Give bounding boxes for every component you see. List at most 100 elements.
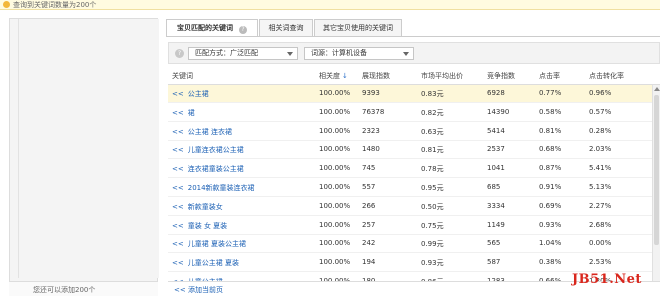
column-header[interactable]: 点击率 [539,71,560,81]
cell-ctr: 0.58% [539,107,562,116]
cell-relevance: 100.00% [319,239,351,248]
source-select[interactable]: 词源：计算机设备 [304,47,414,60]
cell-impressions: 745 [362,164,376,173]
cell-impressions: 2323 [362,126,380,135]
scroll-up-arrow-icon[interactable] [654,87,660,91]
cell-relevance: 100.00% [319,107,351,116]
help-icon[interactable]: ? [239,26,247,34]
left-panel-footer: 您还可以添加200个 [9,281,158,296]
cell-ctr: 0.93% [539,220,562,229]
keyword-text[interactable]: 公主裙 [188,90,209,98]
column-header[interactable]: 市场平均出价 [421,71,463,81]
cell-relevance: 100.00% [319,201,351,210]
scrollbar-thumb[interactable] [654,95,659,245]
cell-competition: 565 [487,239,501,248]
cell-competition: 14390 [487,107,510,116]
add-keyword-arrow[interactable]: << [172,203,184,211]
keyword-text[interactable]: 公主裙 连衣裙 [188,128,232,136]
keyword-link[interactable]: << 儿童公主裙 夏装 [172,258,239,268]
keyword-link[interactable]: << 连衣裙童装公主裙 [172,164,244,174]
cell-avg-bid: 0.63元 [421,127,444,136]
filter-bar: ? 匹配方式：广泛匹配 词源：计算机设备 [168,42,660,64]
cell-competition: 685 [487,183,501,191]
keyword-link[interactable]: << 童装 女 夏装 [172,221,227,231]
cell-ctr: 0.87% [539,164,562,173]
cell-competition: 2537 [487,145,505,154]
keyword-link[interactable]: << 公主裙 [172,89,209,99]
keyword-link[interactable]: << 儿童连衣裙公主裙 [172,145,244,155]
keyword-text[interactable]: 儿童裙 夏装公主裙 [188,240,246,248]
chevron-down-icon [403,52,409,56]
keyword-link[interactable]: << 新款童装女 [172,202,223,212]
keyword-link[interactable]: << 裙 [172,108,195,118]
match-type-select[interactable]: 匹配方式：广泛匹配 [188,47,298,60]
add-keyword-arrow[interactable]: << [172,165,184,173]
keyword-text[interactable]: 新款童装女 [188,203,223,211]
table-row[interactable]: << 新款童装女 100.00% 266 0.50元 3334 0.69% 2.27% [168,197,652,216]
table-row[interactable]: << 连衣裙童装公主裙 100.00% 745 0.78元 1041 0.87% 5.41% [168,160,652,179]
notice-text: 查询到关键词数量为200个 [13,1,97,9]
help-icon[interactable]: ? [175,49,184,58]
keyword-text[interactable]: 裙 [188,109,195,117]
cell-cvr: 0.57% [589,107,612,116]
tab-other-items-keywords[interactable]: 其它宝贝使用的关键词 [314,19,402,37]
cell-relevance: 100.00% [319,183,351,191]
table-scrollbar[interactable] [652,85,660,281]
keyword-text[interactable]: 童装 女 夏装 [188,222,227,230]
keyword-link[interactable]: << 儿童裙 夏装公主裙 [172,239,246,249]
add-keyword-arrow[interactable]: << [172,184,184,192]
match-type-value: 匹配方式：广泛匹配 [195,49,258,57]
watermark: JB51.Net [572,272,642,287]
table-row[interactable]: << 儿童公主裙 夏装 100.00% 194 0.93元 587 0.38% 2.53% [168,254,652,273]
cell-cvr: 2.03% [589,145,612,154]
tab-label: 相关词查询 [268,24,304,32]
keyword-text[interactable]: 连衣裙童装公主裙 [188,165,244,173]
lightbulb-icon [3,1,10,8]
keyword-text[interactable]: 2014新款童装连衣裙 [188,184,255,192]
tab-matched-keywords[interactable]: 宝贝匹配的关键词? [166,19,258,37]
keyword-link[interactable]: << 公主裙 连衣裙 [172,127,232,137]
table-row[interactable]: << 公主裙 连衣裙 100.00% 2323 0.63元 5414 0.81% 0.28% [168,122,652,141]
keyword-link[interactable]: << 2014新款童装连衣裙 [172,183,255,193]
cell-avg-bid: 0.99元 [421,240,444,249]
cell-ctr: 0.91% [539,183,562,191]
column-header[interactable]: 点击转化率 [589,71,624,81]
table-header: 关键词 相关度 ↓ 展现指数 市场平均出价 竞争指数 点击率 点击转化率 [168,69,660,85]
cell-avg-bid: 0.75元 [421,221,444,230]
add-keyword-arrow[interactable]: << [172,146,184,154]
table-row[interactable]: << 童装 女 夏装 100.00% 257 0.75元 1149 0.93% 2.68% [168,216,652,235]
cell-competition: 5414 [487,126,505,135]
add-keyword-arrow[interactable]: << [172,259,184,267]
cell-relevance: 100.00% [319,126,351,135]
cell-impressions: 76378 [362,107,385,116]
cell-impressions: 266 [362,201,376,210]
add-keyword-arrow[interactable]: << [172,222,184,230]
tab-divider [166,36,660,37]
add-keyword-arrow[interactable]: << [172,90,184,98]
cell-competition: 3334 [487,201,505,210]
keyword-text[interactable]: 儿童公主裙 夏装 [188,259,239,267]
cell-competition: 6928 [487,89,505,97]
table-row[interactable]: << 儿童裙 夏装公主裙 100.00% 242 0.99元 565 1.04% 0.00% [168,235,652,254]
table-row[interactable]: << 儿童连衣裙公主裙 100.00% 1480 0.81元 2537 0.68% 2.03% [168,141,652,160]
cell-ctr: 0.38% [539,258,562,267]
add-keyword-arrow[interactable]: << [172,240,184,248]
cell-cvr: 5.41% [589,164,612,173]
sort-desc-icon[interactable]: ↓ [342,72,348,80]
cell-avg-bid: 0.78元 [421,165,444,174]
column-header: 关键词 [172,72,193,80]
remaining-count-text: 您还可以添加200个 [33,286,96,294]
cell-cvr: 5.13% [589,183,612,191]
table-row[interactable]: << 2014新款童装连衣裙 100.00% 557 0.95元 685 0.91% 5.13… [168,179,652,197]
table-row[interactable]: << 公主裙 100.00% 9393 0.83元 6928 0.77% 0.96% [168,85,652,103]
keyword-text[interactable]: 儿童连衣裙公主裙 [188,146,244,154]
add-current-page-link[interactable]: << 添加当前页 [174,285,223,295]
column-header-relevance[interactable]: 相关度 ↓ [319,71,348,81]
add-keyword-arrow[interactable]: << [172,128,184,136]
column-header[interactable]: 竞争指数 [487,71,515,81]
column-header[interactable]: 展现指数 [362,71,390,81]
tab-related-search[interactable]: 相关词查询 [259,19,313,37]
table-row[interactable]: << 裙 100.00% 76378 0.82元 14390 0.58% 0.57% [168,103,652,122]
add-keyword-arrow[interactable]: << [172,109,184,117]
selected-keywords-list[interactable] [18,19,159,278]
